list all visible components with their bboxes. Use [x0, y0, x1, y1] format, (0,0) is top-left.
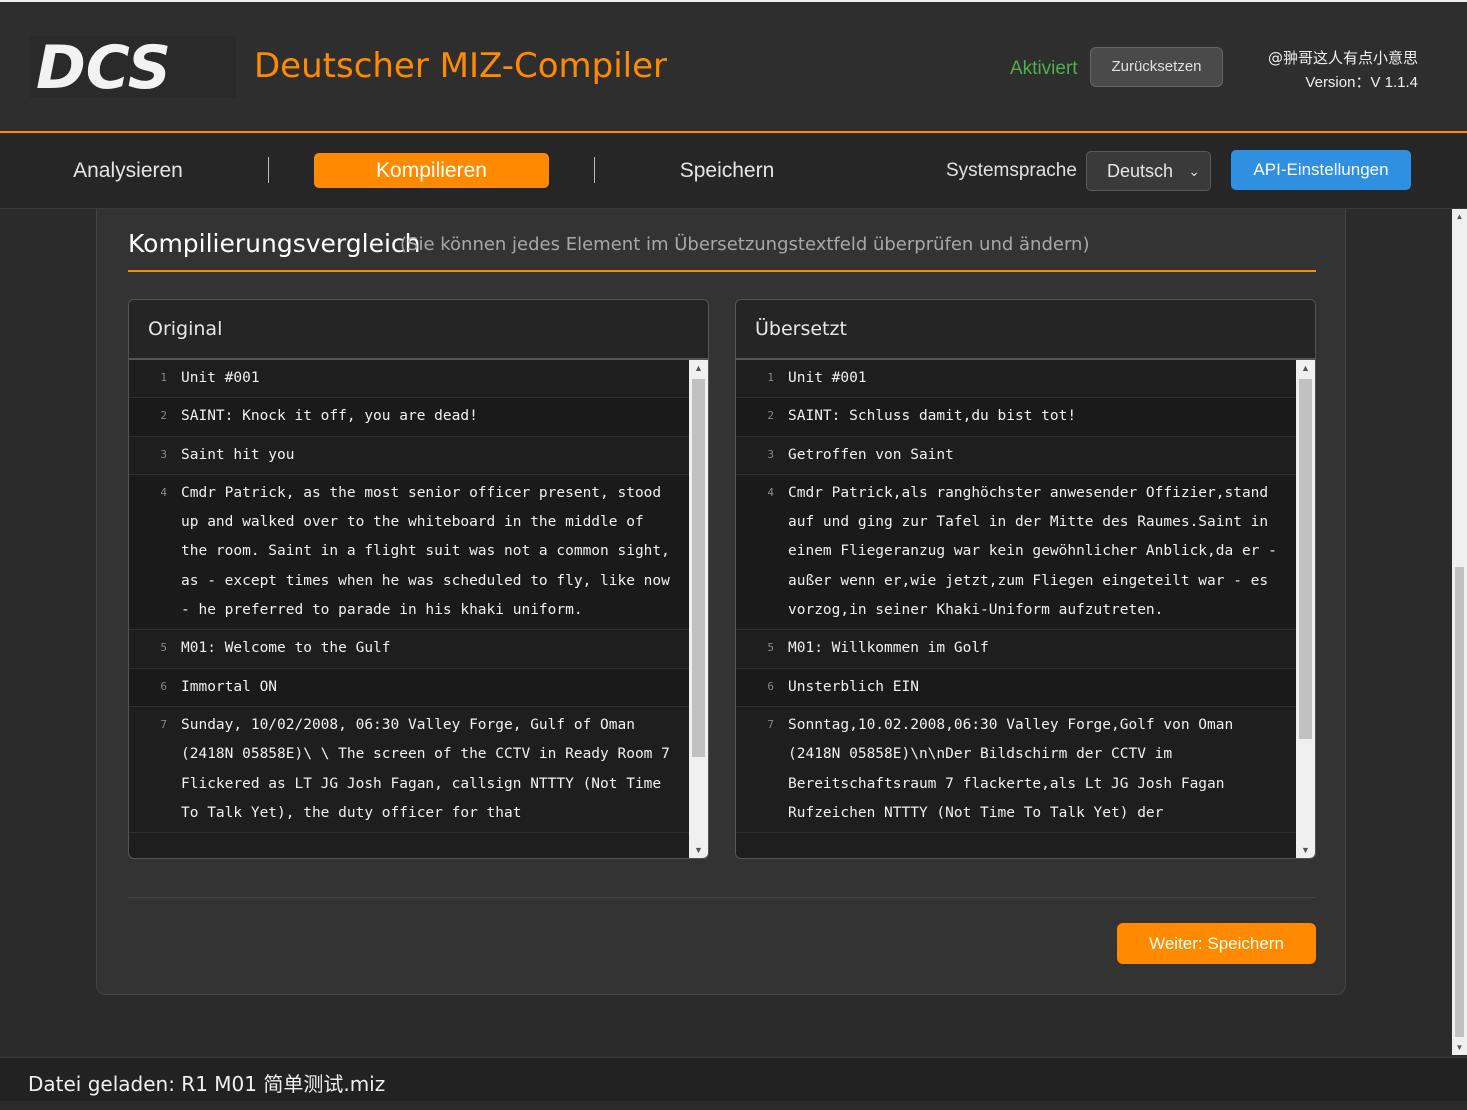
line-number: 5: [767, 641, 774, 655]
next-save-button[interactable]: Weiter: Speichern: [1117, 923, 1316, 964]
status-bar: Datei geladen: R1 M01 简单测试.miz: [0, 1057, 1467, 1101]
text-line[interactable]: 1 Unit #001: [736, 360, 1296, 399]
line-number: 6: [160, 679, 167, 693]
text-line[interactable]: 5 M01: Welcome to the Gulf: [129, 630, 689, 669]
original-lines[interactable]: 1 Unit #001 2 SAINT: Knock it off, you are …: [129, 360, 689, 858]
tab-speichern[interactable]: Speichern: [637, 153, 817, 188]
tab-analysieren[interactable]: Analysieren: [38, 153, 218, 188]
original-header: Original: [129, 300, 708, 360]
activation-status: Aktiviert: [1010, 58, 1078, 79]
section-title: Kompilierungsvergleich: [128, 229, 421, 258]
line-number: 2: [767, 409, 774, 423]
reset-button[interactable]: Zurücksetzen: [1090, 47, 1223, 87]
line-text[interactable]: SAINT: Knock it off, you are dead!: [181, 402, 689, 431]
scroll-down-icon[interactable]: ▼: [689, 842, 708, 858]
translated-lines[interactable]: 1 Unit #001 2 SAINT: Schluss damit,du bist …: [736, 360, 1296, 858]
line-number: 6: [767, 679, 774, 693]
line-number: 3: [160, 447, 167, 461]
text-line[interactable]: 3 Saint hit you: [129, 437, 689, 475]
line-text[interactable]: Unit #001: [181, 364, 689, 393]
text-line[interactable]: 7 Sonntag,10.02.2008,06:30 Valley Forge,G…: [736, 707, 1296, 834]
line-number: 4: [160, 485, 167, 499]
line-text[interactable]: M01: Willkommen im Golf: [788, 634, 1296, 663]
page-scrollbar-thumb[interactable]: [1455, 567, 1464, 1037]
nav-separator: [594, 157, 595, 183]
line-text[interactable]: Sunday, 10/02/2008, 06:30 Valley Forge, …: [181, 711, 689, 828]
language-label: Systemsprache: [946, 160, 1077, 181]
compile-panel: Kompilierungsvergleich (Sie können jedes…: [96, 209, 1346, 995]
line-number: 5: [160, 641, 167, 655]
translated-header: Übersetzt: [736, 300, 1315, 360]
scroll-up-icon[interactable]: ▲: [1452, 209, 1467, 224]
text-line[interactable]: 6 Unsterblich EIN: [736, 668, 1296, 707]
text-line[interactable]: 2 SAINT: Schluss damit,du bist tot!: [736, 398, 1296, 437]
text-line[interactable]: 5 M01: Willkommen im Golf: [736, 630, 1296, 669]
section-subtitle: (Sie können jedes Element im Übersetzung…: [400, 234, 1090, 255]
translated-scrollbar[interactable]: ▲ ▼: [1296, 360, 1315, 858]
app-title: Deutscher MIZ-Compiler: [254, 46, 667, 86]
line-text[interactable]: Cmdr Patrick, as the most senior officer…: [181, 479, 689, 625]
line-text[interactable]: Getroffen von Saint: [788, 441, 1296, 470]
text-line[interactable]: 7 Sunday, 10/02/2008, 06:30 Valley Forge,…: [129, 707, 689, 834]
line-number: 7: [160, 717, 167, 731]
line-number: 7: [767, 717, 774, 731]
line-text[interactable]: Saint hit you: [181, 441, 689, 470]
main-nav: Analysieren Kompilieren Speichern System…: [0, 135, 1467, 209]
language-select[interactable]: Deutsch ⌄: [1086, 151, 1211, 191]
line-text[interactable]: Immortal ON: [181, 673, 689, 702]
line-number: 3: [767, 447, 774, 461]
line-text[interactable]: Unit #001: [788, 364, 1296, 393]
text-line[interactable]: 1 Unit #001: [129, 360, 689, 399]
line-text[interactable]: Unsterblich EIN: [788, 673, 1296, 702]
dcs-logo: DCS: [30, 36, 236, 98]
scrollbar-thumb[interactable]: [1299, 379, 1312, 739]
line-text[interactable]: Cmdr Patrick,als ranghöchster anwesender…: [788, 479, 1296, 625]
line-number: 1: [160, 371, 167, 384]
text-line[interactable]: 6 Immortal ON: [129, 668, 689, 707]
panel-divider: [128, 897, 1316, 898]
line-number: 1: [767, 371, 774, 384]
line-text[interactable]: SAINT: Schluss damit,du bist tot!: [788, 402, 1296, 431]
app-header: DCS Deutscher MIZ-Compiler Aktiviert Zur…: [0, 2, 1467, 133]
text-line[interactable]: 3 Getroffen von Saint: [736, 437, 1296, 475]
line-text[interactable]: Sonntag,10.02.2008,06:30 Valley Forge,Go…: [788, 711, 1296, 828]
text-line[interactable]: 2 SAINT: Knock it off, you are dead!: [129, 398, 689, 437]
tab-kompilieren[interactable]: Kompilieren: [314, 153, 549, 188]
author-label: @翀哥这人有点小意思: [1267, 49, 1418, 67]
original-scrollbar[interactable]: ▲ ▼: [689, 360, 708, 858]
version-label: Version：V 1.1.4: [1305, 74, 1418, 91]
scroll-up-icon[interactable]: ▲: [1296, 360, 1315, 376]
language-value: Deutsch: [1107, 161, 1174, 181]
chevron-down-icon: ⌄: [1188, 163, 1200, 179]
line-number: 2: [160, 409, 167, 423]
text-line[interactable]: 4 Cmdr Patrick, as the most senior office…: [129, 474, 689, 631]
translated-box: Übersetzt 1 Unit #001 2 SAINT: Schluss dami…: [735, 299, 1316, 859]
original-box: Original 1 Unit #001 2 SAINT: Knock it off,…: [128, 299, 709, 859]
scroll-up-icon[interactable]: ▲: [689, 360, 708, 376]
page-scrollbar[interactable]: ▲ ▼: [1452, 209, 1467, 1055]
line-number: 4: [767, 485, 774, 499]
scrollbar-thumb[interactable]: [692, 379, 705, 757]
logo-text: DCS: [36, 36, 171, 98]
nav-separator: [268, 157, 269, 183]
line-text[interactable]: M01: Welcome to the Gulf: [181, 634, 689, 663]
scroll-down-icon[interactable]: ▼: [1296, 842, 1315, 858]
section-underline: [128, 270, 1316, 272]
scroll-down-icon[interactable]: ▼: [1452, 1040, 1467, 1055]
api-settings-button[interactable]: API-Einstellungen: [1231, 150, 1411, 190]
text-line[interactable]: 4 Cmdr Patrick,als ranghöchster anwesende…: [736, 474, 1296, 631]
